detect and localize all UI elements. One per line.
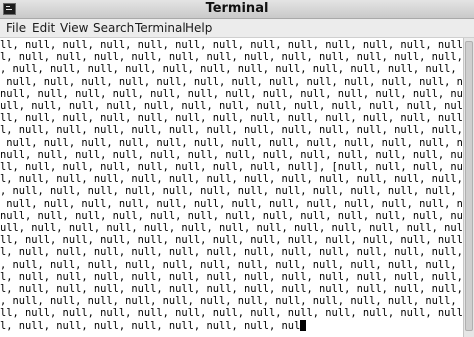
vertical-scrollbar[interactable] <box>463 38 474 337</box>
terminal-line: , null, null, null, null, null, null, nu… <box>0 258 463 271</box>
terminal-window: Terminal File Edit View Search Terminal … <box>0 0 474 337</box>
menu-bar: File Edit View Search Terminal Help <box>0 19 474 38</box>
terminal-line: null, null, null, null, null, null, null… <box>0 197 463 210</box>
terminal-line: l, null, null, null, null, null, null, n… <box>0 51 463 64</box>
terminal-line: null, null, null, null, null, null, null… <box>0 209 463 222</box>
terminal-line: l, null, null, null, null, null, null, n… <box>0 319 307 332</box>
terminal-line: ll, null, null, null, null, null, null, … <box>0 161 463 173</box>
terminal-line: ll, null, null, null, null, null, null, … <box>0 112 463 125</box>
menu-terminal[interactable]: Terminal <box>135 19 186 37</box>
terminal-line: null, null, null, null, null, null, null… <box>0 75 463 88</box>
terminal-line: l, null, null, null, null, null, null, n… <box>0 270 463 283</box>
terminal-line: , null, null, null, null, null, null, nu… <box>0 295 463 308</box>
terminal-line: l, null, null, null, null, null, null, n… <box>0 283 463 295</box>
scroll-thumb[interactable] <box>465 41 473 331</box>
menu-file[interactable]: File <box>6 19 26 37</box>
terminal-line: null, null, null, null, null, null, null… <box>0 148 463 161</box>
text-cursor <box>300 319 307 331</box>
terminal-line: l, null, null, null, null, null, null, n… <box>0 246 463 259</box>
menu-help[interactable]: Help <box>185 19 212 37</box>
terminal-line: ll, null, null, null, null, null, null, … <box>0 39 463 51</box>
terminal-line: ull, null, null, null, null, null, null,… <box>0 100 463 112</box>
menu-search[interactable]: Search <box>93 19 134 37</box>
terminal-line: null, null, null, null, null, null, null… <box>0 87 463 100</box>
menu-view[interactable]: View <box>60 19 88 37</box>
title-bar[interactable]: Terminal <box>0 0 474 19</box>
terminal-line: , null, null, null, null, null, null, nu… <box>0 63 463 76</box>
terminal-line: l, null, null, null, null, null, null, n… <box>0 124 463 137</box>
terminal-output[interactable]: ll, null, null, null, null, null, null, … <box>0 38 463 337</box>
terminal-line: ll, null, null, null, null, null, null, … <box>0 307 463 320</box>
terminal-line: ll, null, null, null, null, null, null, … <box>0 234 463 247</box>
terminal-line: l, null, null, null, null, null, null, n… <box>0 173 463 186</box>
terminal-line: null, null, null, null, null, null, null… <box>0 136 463 149</box>
terminal-line: , null, null, null, null, null, null, nu… <box>0 185 463 198</box>
terminal-line: ull, null, null, null, null, null, null,… <box>0 222 463 234</box>
window-title: Terminal <box>205 1 269 16</box>
menu-edit[interactable]: Edit <box>32 19 55 37</box>
